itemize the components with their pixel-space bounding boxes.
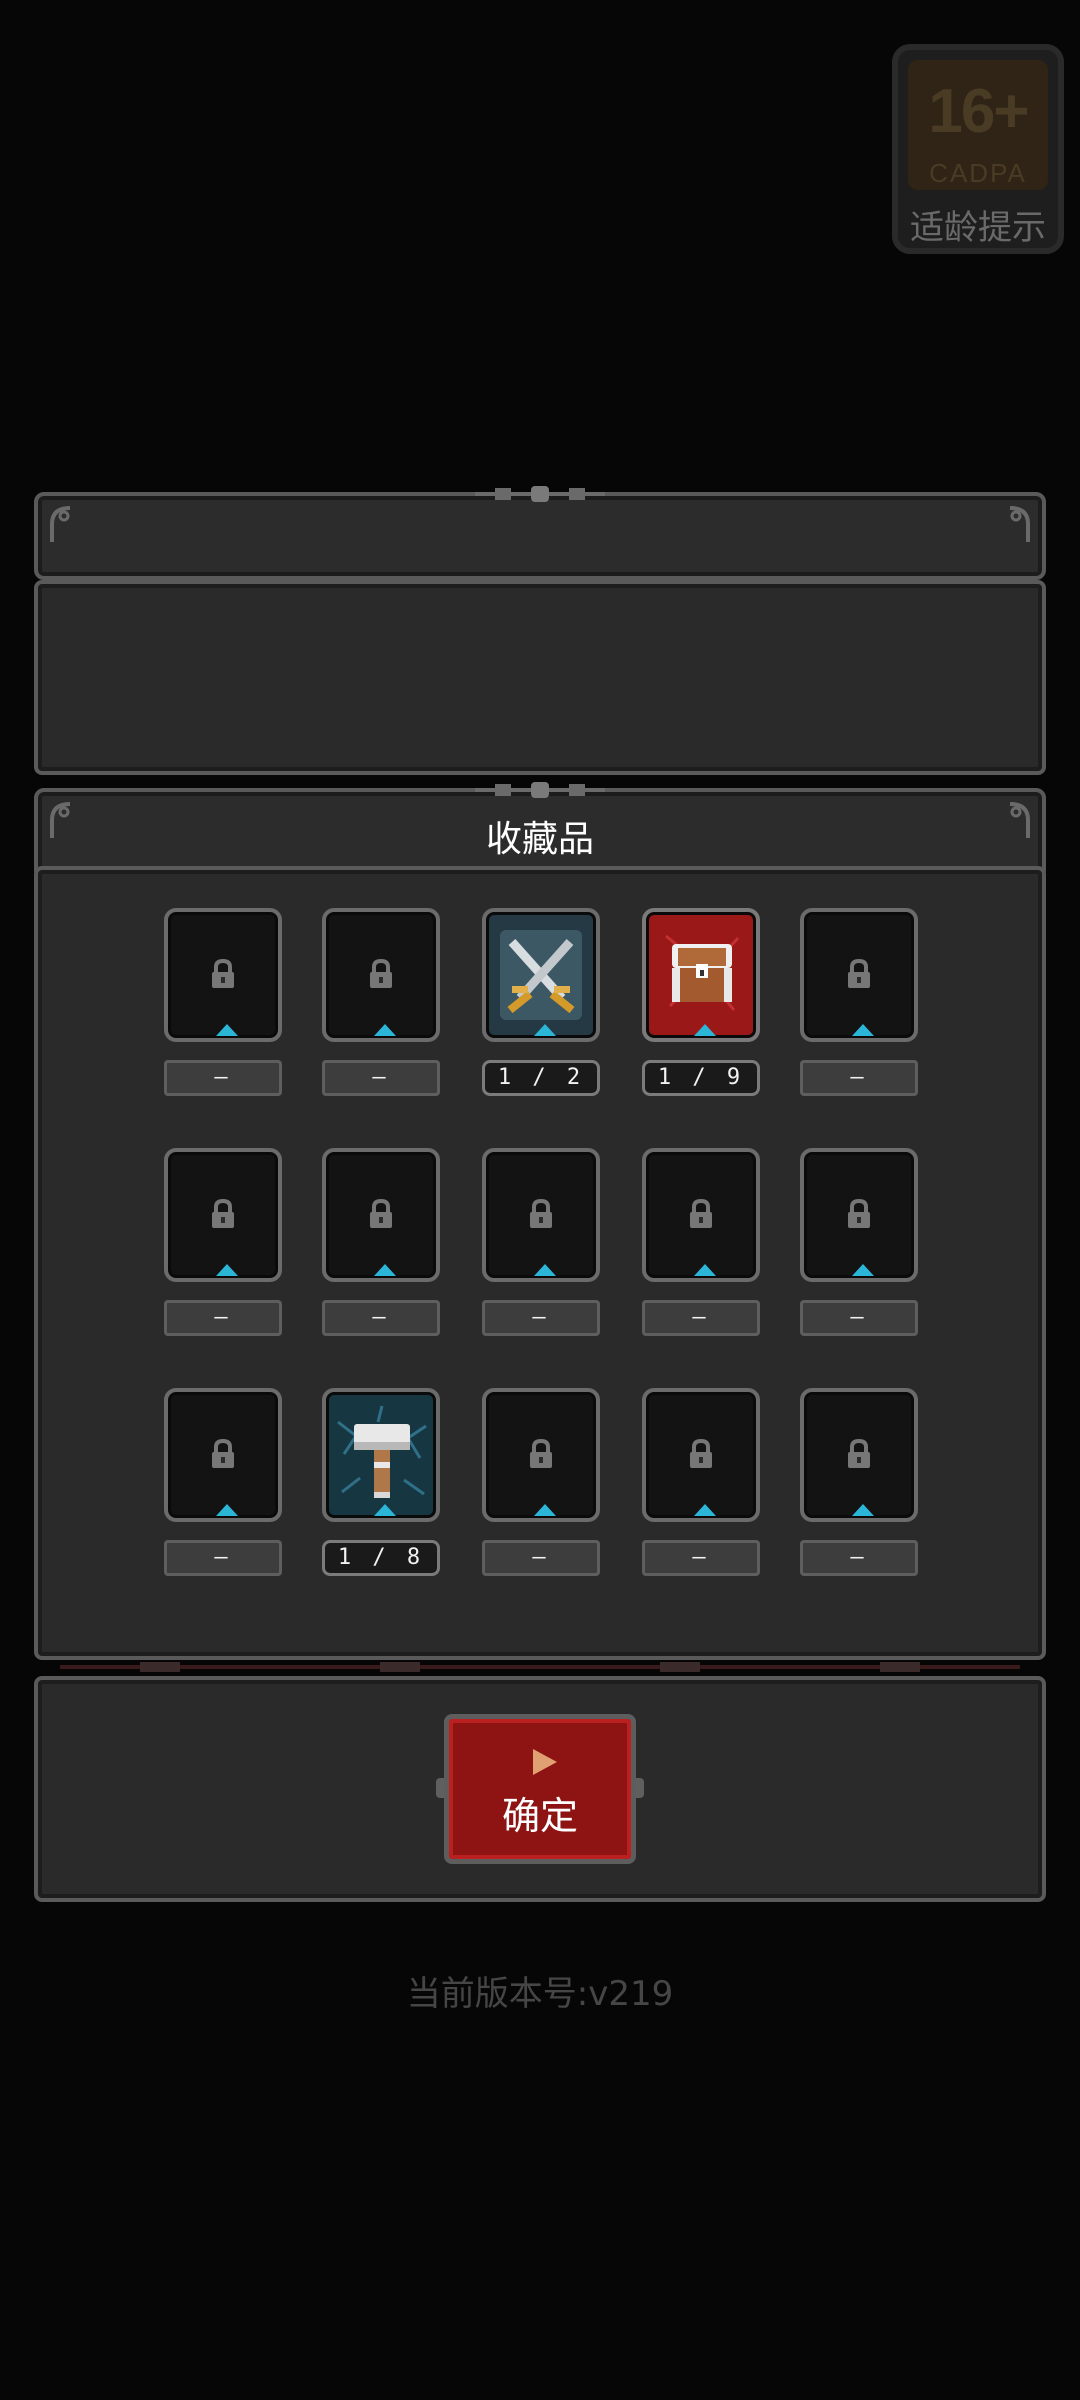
- age-rating-org: CADPA: [929, 158, 1027, 188]
- header-ornament-icon: [475, 782, 605, 798]
- lock-icon: [212, 958, 234, 988]
- slot-count: —: [322, 1060, 440, 1096]
- age-rating-number: 16+: [928, 77, 1029, 146]
- slot-count: —: [482, 1540, 600, 1576]
- collection-slot[interactable]: [800, 908, 918, 1042]
- lock-icon: [848, 1438, 870, 1468]
- slot-indicator: [374, 1264, 396, 1276]
- slot-indicator: [694, 1264, 716, 1276]
- collection-slot[interactable]: [800, 1148, 918, 1282]
- slot-count: —: [482, 1300, 600, 1336]
- collection-slot-hammer[interactable]: [322, 1388, 440, 1522]
- slot-indicator: [216, 1264, 238, 1276]
- slot-count: 1 / 2: [482, 1060, 600, 1096]
- lock-icon: [690, 1198, 712, 1228]
- slot-count: —: [322, 1300, 440, 1336]
- age-rating-tip: 适龄提示: [910, 208, 1046, 248]
- lock-icon: [530, 1438, 552, 1468]
- collection-slot[interactable]: [164, 1388, 282, 1522]
- collection-slot-treasure-chest[interactable]: [642, 908, 760, 1042]
- lock-icon: [212, 1198, 234, 1228]
- collection-slot[interactable]: [642, 1148, 760, 1282]
- lock-icon: [848, 958, 870, 988]
- collection-slot[interactable]: [164, 908, 282, 1042]
- top-panel-header: [34, 486, 1046, 580]
- slot-count: —: [642, 1540, 760, 1576]
- treasure-chest-icon: [665, 934, 740, 1011]
- collection-slot[interactable]: [800, 1388, 918, 1522]
- top-panel-body: [34, 580, 1046, 775]
- slot-indicator: [534, 1024, 556, 1036]
- crossed-swords-icon: [500, 930, 582, 1020]
- collection-slot[interactable]: [482, 1388, 600, 1522]
- hammer-icon: [337, 1405, 427, 1498]
- slot-indicator: [216, 1504, 238, 1516]
- corner-curl-icon: [50, 506, 71, 542]
- lock-icon: [690, 1438, 712, 1468]
- confirm-button[interactable]: 确定: [444, 1714, 636, 1864]
- slot-indicator: [534, 1504, 556, 1516]
- slot-indicator: [374, 1504, 396, 1516]
- slot-count: —: [642, 1300, 760, 1336]
- slot-count: —: [164, 1540, 282, 1576]
- slot-indicator: [852, 1264, 874, 1276]
- slot-count: —: [164, 1300, 282, 1336]
- collection-slot[interactable]: [322, 908, 440, 1042]
- slot-count: —: [800, 1060, 918, 1096]
- lock-icon: [370, 958, 392, 988]
- corner-curl-icon: [1009, 506, 1030, 542]
- age-rating-badge: 16+ CADPA 适龄提示: [892, 44, 1064, 254]
- app-screen: 16+ CADPA 适龄提示 收藏品 — — 1 / 2 1 / 9 — — —…: [0, 0, 1080, 2400]
- lock-icon: [370, 1198, 392, 1228]
- collection-slot-crossed-swords[interactable]: [482, 908, 600, 1042]
- collection-slot[interactable]: [482, 1148, 600, 1282]
- panel-divider: [60, 1662, 1020, 1672]
- slot-indicator: [852, 1024, 874, 1036]
- collection-title: 收藏品: [485, 819, 594, 860]
- slot-indicator: [374, 1024, 396, 1036]
- collection-slot[interactable]: [642, 1388, 760, 1522]
- play-icon: [533, 1749, 557, 1775]
- header-ornament-icon: [475, 486, 605, 502]
- slot-indicator: [694, 1504, 716, 1516]
- version-label: 当前版本号:v219: [406, 1974, 674, 2014]
- slot-count: 1 / 8: [322, 1540, 440, 1576]
- collection-slot[interactable]: [322, 1148, 440, 1282]
- slot-indicator: [694, 1024, 716, 1036]
- collection-slot[interactable]: [164, 1148, 282, 1282]
- lock-icon: [212, 1438, 234, 1468]
- slot-count: —: [164, 1060, 282, 1096]
- slot-indicator: [534, 1264, 556, 1276]
- confirm-label: 确定: [501, 1794, 578, 1838]
- lock-icon: [848, 1198, 870, 1228]
- slot-indicator: [216, 1024, 238, 1036]
- slot-indicator: [852, 1504, 874, 1516]
- slot-count: 1 / 9: [642, 1060, 760, 1096]
- lock-icon: [530, 1198, 552, 1228]
- slot-count: —: [800, 1540, 918, 1576]
- slot-count: —: [800, 1300, 918, 1336]
